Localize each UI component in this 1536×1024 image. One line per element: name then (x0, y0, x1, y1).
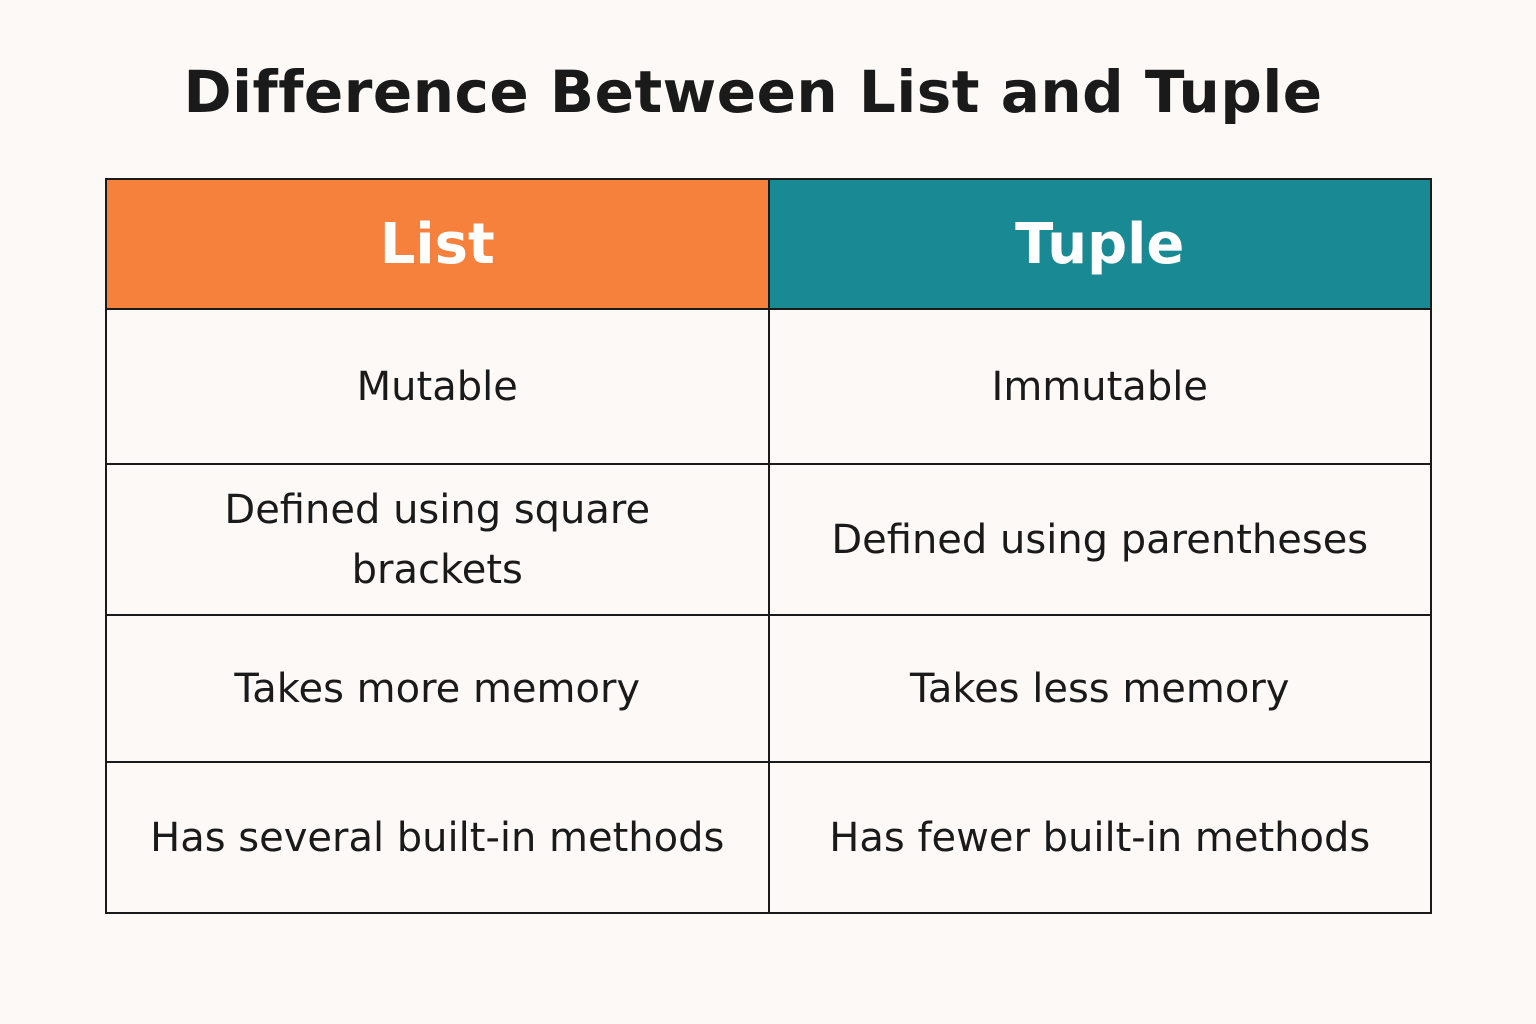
list-cell: Takes more memory (105, 614, 770, 763)
tuple-column-header: Tuple (767, 178, 1432, 310)
table-row: Defined using square brackets Defined us… (105, 463, 1432, 616)
list-column-header: List (105, 178, 770, 310)
list-cell: Has several built-in methods (105, 761, 770, 914)
table-row: Has several built-in methods Has fewer b… (105, 761, 1432, 914)
list-cell: Mutable (105, 308, 770, 465)
tuple-cell: Immutable (767, 308, 1432, 465)
table-row: Takes more memory Takes less memory (105, 614, 1432, 763)
page-title: Difference Between List and Tuple (183, 58, 1323, 126)
comparison-table: List Tuple Mutable Immutable Defined usi… (105, 178, 1432, 914)
tuple-cell: Has fewer built-in methods (767, 761, 1432, 914)
tuple-cell: Takes less memory (767, 614, 1432, 763)
list-cell: Defined using square brackets (105, 463, 770, 616)
tuple-cell: Defined using parentheses (767, 463, 1432, 616)
table-row: Mutable Immutable (105, 308, 1432, 465)
header-row: List Tuple (105, 178, 1432, 310)
